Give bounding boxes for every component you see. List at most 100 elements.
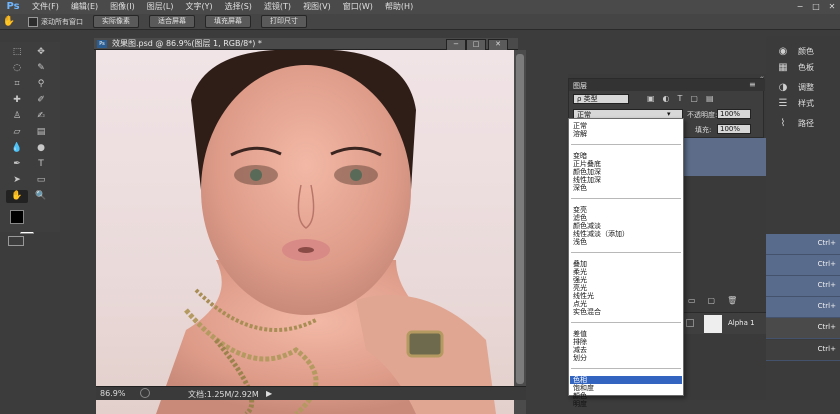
blend-mode-item[interactable]: 明度: [573, 400, 587, 408]
visibility-toggle[interactable]: [686, 319, 694, 327]
zoom-tool-icon[interactable]: 🔍: [30, 190, 52, 203]
path-select-tool-icon[interactable]: ➤: [6, 174, 28, 187]
blend-mode-item[interactable]: 深色: [573, 184, 587, 192]
healing-brush-tool-icon[interactable]: ✚: [6, 94, 28, 107]
blend-mode-item[interactable]: 颜色减淡: [573, 222, 601, 230]
layer-footer-icons[interactable]: ▭▢🗑: [684, 296, 766, 308]
fill-input[interactable]: 100%: [717, 124, 751, 134]
status-info-icon[interactable]: [140, 388, 150, 398]
blend-mode-item[interactable]: 颜色加深: [573, 168, 601, 176]
menu-layer[interactable]: 图层(L): [141, 0, 180, 14]
dock-adjustments[interactable]: ◑ 调整: [776, 80, 814, 94]
menu-file[interactable]: 文件(F): [26, 0, 65, 14]
print-size-button[interactable]: 打印尺寸: [261, 15, 307, 28]
history-brush-tool-icon[interactable]: ✍: [30, 110, 52, 123]
blend-mode-item[interactable]: 溶解: [573, 130, 587, 138]
blend-mode-item[interactable]: 正常: [573, 122, 587, 130]
eyedropper-tool-icon[interactable]: ⚲: [30, 78, 52, 91]
ring-shape: [406, 330, 444, 358]
blend-mode-item[interactable]: 变暗: [573, 152, 587, 160]
dodge-tool-icon[interactable]: ●: [30, 142, 52, 155]
blend-mode-item[interactable]: 差值: [573, 330, 587, 338]
channel-row-alpha[interactable]: Alpha 1: [684, 312, 766, 334]
brush-tool-icon[interactable]: ✐: [30, 94, 52, 107]
restore-button[interactable]: □: [808, 0, 824, 14]
menu-help[interactable]: 帮助(H): [379, 0, 419, 14]
pen-tool-icon[interactable]: ✒: [6, 158, 28, 171]
dock-colors[interactable]: ◉ 颜色: [776, 44, 814, 58]
shape-tool-icon[interactable]: ▭: [30, 174, 52, 187]
blend-mode-item[interactable]: 划分: [573, 354, 587, 362]
blend-mode-item[interactable]: 减去: [573, 346, 587, 354]
menu-image[interactable]: 图像(I): [104, 0, 141, 14]
blur-tool-icon[interactable]: 💧: [6, 142, 28, 155]
menu-edit[interactable]: 编辑(E): [65, 0, 104, 14]
status-menu-arrow-icon[interactable]: ▶: [266, 389, 272, 398]
channel-row[interactable]: Ctrl+: [766, 297, 840, 318]
minimize-button[interactable]: −: [792, 0, 808, 14]
blend-mode-item[interactable]: 浅色: [573, 238, 587, 246]
clone-stamp-tool-icon[interactable]: ♙: [6, 110, 28, 123]
type-tool-icon[interactable]: T: [30, 158, 52, 171]
scroll-all-windows-checkbox[interactable]: [28, 16, 38, 27]
lasso-tool-icon[interactable]: ◌: [6, 62, 28, 75]
actual-pixels-button[interactable]: 实际像素: [93, 15, 139, 28]
gradient-tool-icon[interactable]: ▤: [30, 126, 52, 139]
dock-swatches[interactable]: ▦ 色板: [776, 60, 814, 74]
layers-tab[interactable]: 图层: [573, 81, 587, 91]
eraser-tool-icon[interactable]: ▱: [6, 126, 28, 139]
photoshop-logo: Ps: [6, 1, 20, 12]
hand-tool-icon[interactable]: ✋: [0, 16, 18, 27]
blend-mode-item[interactable]: 柔光: [573, 268, 587, 276]
channel-row[interactable]: Ctrl+: [766, 276, 840, 297]
channel-row[interactable]: Ctrl+: [766, 340, 840, 361]
marquee-tool-icon[interactable]: ⬚: [6, 46, 28, 59]
blend-mode-item[interactable]: 颜色: [573, 392, 587, 400]
blend-mode-item[interactable]: 叠加: [573, 260, 587, 268]
hand-tool-icon[interactable]: ✋: [6, 190, 28, 203]
blend-mode-item[interactable]: 排除: [573, 338, 587, 346]
quick-mask-icon[interactable]: [8, 236, 24, 246]
menu-view[interactable]: 视图(V): [297, 0, 337, 14]
layer-filter-select[interactable]: ρ 类型: [573, 94, 629, 104]
blend-mode-item[interactable]: 实色混合: [573, 308, 601, 316]
opacity-input[interactable]: 100%: [717, 109, 751, 119]
document-tab[interactable]: Ps 效果图.psd @ 86.9%(图层 1, RGB/8*) * − □ ✕: [94, 38, 518, 51]
selected-layer-row[interactable]: [684, 138, 766, 176]
menu-filter[interactable]: 滤镜(T): [258, 0, 297, 14]
fill-screen-button[interactable]: 填充屏幕: [205, 15, 251, 28]
fit-screen-button[interactable]: 适合屏幕: [149, 15, 195, 28]
scrollbar-thumb[interactable]: [516, 54, 524, 384]
blend-mode-item[interactable]: 线性加深: [573, 176, 601, 184]
quick-select-tool-icon[interactable]: ✎: [30, 62, 52, 75]
channel-row[interactable]: Ctrl+: [766, 234, 840, 255]
chevron-down-icon: ▾: [667, 110, 671, 118]
move-tool-icon[interactable]: ✥: [30, 46, 52, 59]
layer-filter-icons[interactable]: ▣◐T▢▤: [647, 94, 757, 104]
blend-mode-item[interactable]: 线性光: [573, 292, 594, 300]
dock-styles[interactable]: ☰ 样式: [776, 96, 814, 110]
blend-mode-item[interactable]: 线性减淡（添加）: [573, 230, 629, 238]
menu-window[interactable]: 窗口(W): [337, 0, 379, 14]
channel-row[interactable]: Ctrl+: [766, 318, 840, 339]
blend-mode-item[interactable]: 正片叠底: [573, 160, 601, 168]
close-button[interactable]: ✕: [824, 0, 840, 14]
menu-select[interactable]: 选择(S): [219, 0, 258, 14]
foreground-color-swatch[interactable]: [10, 210, 24, 224]
blend-mode-item[interactable]: 强光: [573, 276, 587, 284]
image-canvas[interactable]: [96, 50, 514, 414]
panel-menu-icon[interactable]: ≡: [749, 80, 756, 89]
channel-row[interactable]: Ctrl+: [766, 255, 840, 276]
blend-mode-item[interactable]: 亮光: [573, 284, 587, 292]
dock-paths[interactable]: ⌇ 路径: [776, 116, 814, 130]
blend-mode-item[interactable]: 饱和度: [573, 384, 594, 392]
vertical-scrollbar[interactable]: [514, 50, 526, 414]
blend-mode-item[interactable]: 滤色: [573, 214, 587, 222]
menu-separator: [571, 198, 681, 199]
zoom-readout[interactable]: 86.9%: [100, 389, 125, 398]
blend-mode-item[interactable]: 变亮: [573, 206, 587, 214]
menu-type[interactable]: 文字(Y): [179, 0, 218, 14]
crop-tool-icon[interactable]: ⌗: [6, 78, 28, 91]
blend-mode-item[interactable]: 点光: [573, 300, 587, 308]
blend-mode-item[interactable]: 色相: [573, 376, 587, 384]
